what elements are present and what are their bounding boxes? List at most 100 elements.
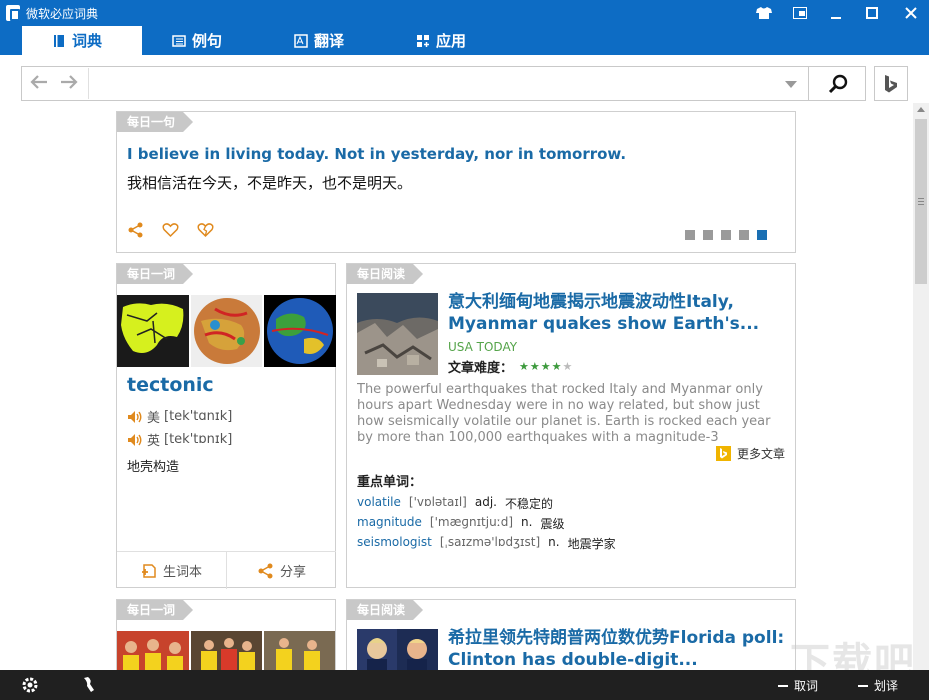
bing-button[interactable] (874, 66, 908, 101)
heart-icon[interactable] (162, 222, 179, 238)
forward-arrow-icon[interactable] (58, 74, 80, 94)
tab-translate[interactable]: 翻译 (294, 26, 374, 55)
more-label: 更多文章 (737, 447, 786, 461)
keyword-word[interactable]: magnitude (357, 515, 422, 532)
keyword-phonetic: [ˌsaɪzmə'lɒdʒɪst] (439, 535, 541, 549)
tab-label: 例句 (192, 32, 223, 50)
window-title: 微软必应词典 (26, 7, 99, 21)
speaker-icon[interactable] (127, 410, 143, 424)
toggle-dash-icon (858, 684, 868, 687)
skin-icon[interactable] (746, 0, 782, 26)
daily-reading-card: 每日阅读 意大利缅甸地震揭示地震波动性Italy, Myanmar quakes… (346, 263, 796, 588)
keyword-word[interactable]: volatile (357, 495, 401, 512)
daily-sentence-card: 每日一句 I believe in living today. Not in y… (116, 111, 796, 253)
sentence-chinese: 我相信活在今天，不是昨天，也不是明天。 (127, 174, 413, 192)
bottom-bar: 取词 划译 (0, 670, 929, 700)
sentence-pager (685, 230, 767, 240)
pager-dot[interactable] (685, 230, 695, 240)
scrollbar[interactable] (913, 103, 929, 670)
word-image-strip[interactable] (117, 295, 337, 367)
microphone-icon[interactable] (80, 676, 98, 694)
history-dropdown-icon[interactable] (785, 81, 797, 88)
search-bar (21, 66, 866, 101)
back-arrow-icon[interactable] (28, 74, 50, 94)
article-thumbnail[interactable] (357, 293, 438, 375)
keyword-row: magnitude ['mæɡnɪtjuːd] n. 震级 (357, 515, 564, 532)
us-pronunciation: 美 [tek'tɑnɪk] (127, 407, 232, 426)
more-articles-link[interactable]: 更多文章 (716, 445, 785, 462)
card-tag: 每日一句 (117, 112, 193, 132)
share-button[interactable]: 分享 (226, 552, 336, 589)
broken-heart-icon[interactable] (197, 222, 214, 238)
speaker-icon[interactable] (127, 433, 143, 447)
keyword-phonetic: ['mæɡnɪtjuːd] (429, 515, 514, 529)
uk-pronunciation: 英 [tek'tɒnɪk] (127, 430, 232, 449)
difficulty-label: 文章难度： (448, 361, 514, 376)
select-translate-toggle[interactable]: 划译 (858, 677, 898, 694)
pager-dot[interactable] (721, 230, 731, 240)
toggle-dash-icon (778, 684, 788, 687)
search-input[interactable] (88, 68, 803, 99)
translate-icon (294, 33, 308, 48)
tab-label: 翻译 (314, 32, 345, 50)
word-image-globe-heat[interactable] (190, 295, 263, 367)
keyword-row: seismologist [ˌsaɪzmə'lɒdʒɪst] n. 地震学家 (357, 535, 616, 552)
share-label: 分享 (279, 565, 306, 580)
lookup-label: 取词 (794, 679, 819, 693)
maximize-icon[interactable] (854, 0, 890, 26)
article-difficulty: 文章难度： ★ ★ ★ ★ ★ (448, 357, 572, 376)
tab-apps[interactable]: 应用 (416, 26, 496, 55)
keyword-row: volatile ['vɒlətaɪl] adj. 不稳定的 (357, 495, 553, 512)
mini-mode-icon[interactable] (782, 0, 818, 26)
article-title[interactable]: 希拉里领先特朗普两位数优势Florida poll: Clinton has d… (448, 627, 788, 671)
minimize-icon[interactable] (818, 0, 854, 26)
article-source: USA TODAY (448, 340, 518, 354)
article-summary[interactable]: The powerful earthquakes that rocked Ita… (357, 382, 789, 446)
pager-dot[interactable] (757, 230, 767, 240)
title-bar: 微软必应词典 (0, 0, 929, 26)
keyword-pos: n. (521, 515, 533, 529)
scroll-thumb[interactable] (915, 119, 927, 284)
word-headword[interactable]: tectonic (127, 374, 214, 396)
keyword-pos: n. (548, 535, 560, 549)
settings-gear-icon[interactable] (21, 676, 39, 694)
sentence-english[interactable]: I believe in living today. Not in yester… (127, 145, 626, 163)
add-label: 生词本 (162, 565, 202, 580)
bing-badge-icon (716, 446, 731, 461)
pager-dot[interactable] (703, 230, 713, 240)
keyword-word[interactable]: seismologist (357, 535, 432, 552)
add-to-wordbook-button[interactable]: 生词本 (117, 552, 226, 589)
difficulty-stars: ★ ★ ★ ★ ★ (519, 360, 572, 373)
share-icon[interactable] (127, 222, 144, 238)
keyword-meaning: 地震学家 (567, 537, 616, 551)
close-icon[interactable] (893, 0, 929, 26)
card-tag: 每日阅读 (347, 600, 423, 620)
tab-sentences[interactable]: 例句 (172, 26, 252, 55)
uk-phonetic: [tek'tɒnɪk] (164, 432, 233, 447)
add-note-icon (141, 563, 156, 578)
keyword-meaning: 震级 (540, 517, 565, 531)
grip-icon (918, 198, 924, 205)
card-tag: 每日一词 (117, 600, 193, 620)
share-icon (258, 563, 273, 578)
app-logo-icon (6, 5, 20, 21)
word-image-globe-blue[interactable] (264, 295, 337, 367)
pager-dot[interactable] (739, 230, 749, 240)
daily-word-card: 每日一词 tectonic 美 [tek'tɑnɪk] 英 [tek'tɒnɪk… (116, 263, 337, 589)
us-label: 美 (147, 411, 161, 426)
tab-bar: 词典 例句 翻译 应用 (0, 26, 929, 55)
star-icon: ★ (529, 360, 540, 373)
word-actions: 生词本 分享 (117, 551, 336, 589)
uk-label: 英 (147, 434, 161, 449)
card-tag: 每日阅读 (347, 264, 423, 284)
word-image-plates[interactable] (117, 295, 189, 367)
article-title[interactable]: 意大利缅甸地震揭示地震波动性Italy, Myanmar quakes show… (448, 291, 788, 335)
daily-reading-card-2: 每日阅读 希拉里领先特朗普两位数优势Florida poll: Clinton … (346, 599, 796, 679)
search-button[interactable] (808, 67, 866, 100)
keywords-heading: 重点单词： (357, 475, 423, 490)
select-label: 划译 (874, 679, 899, 693)
sentence-actions (127, 222, 214, 238)
tab-dictionary[interactable]: 词典 (22, 26, 142, 55)
scroll-up-arrow-icon[interactable] (917, 107, 925, 112)
lookup-toggle[interactable]: 取词 (778, 677, 818, 694)
